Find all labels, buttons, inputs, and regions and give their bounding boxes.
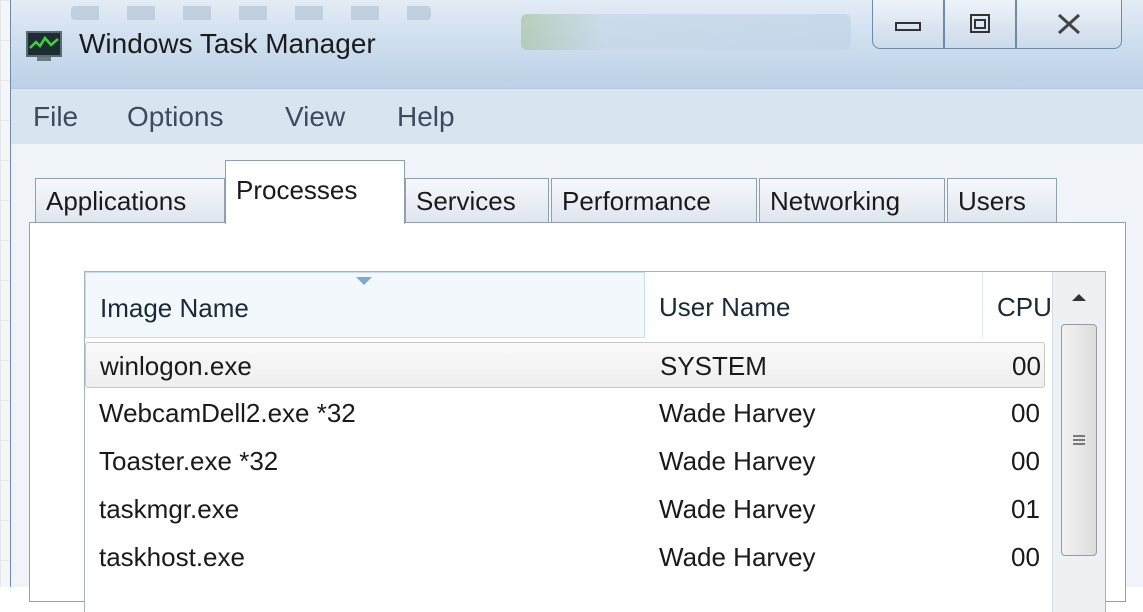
task-manager-icon <box>26 31 62 61</box>
sort-arrow-icon <box>356 277 372 285</box>
column-header-user-name[interactable]: User Name <box>645 272 983 338</box>
cell-user-name: SYSTEM <box>660 351 767 381</box>
background-blur <box>71 6 431 20</box>
column-header-label: Image Name <box>100 293 249 323</box>
task-manager-body: Applications Processes Services Performa… <box>11 144 1143 612</box>
window-title: Windows Task Manager <box>79 28 376 59</box>
column-header-cpu[interactable]: CPU <box>983 272 1053 338</box>
menu-bar: File Options View Help <box>11 88 1143 145</box>
scroll-up-button[interactable] <box>1053 272 1105 322</box>
task-manager-window: Windows Task Manager File Options View H… <box>10 0 1143 612</box>
tab-users[interactable]: Users <box>947 178 1057 222</box>
table-row[interactable]: winlogon.exe SYSTEM 00 <box>85 342 1045 388</box>
menu-file[interactable]: File <box>33 101 78 133</box>
cell-image-name: taskhost.exe <box>99 542 245 572</box>
table-row[interactable]: taskmgr.exe Wade Harvey 01 <box>85 486 1045 532</box>
tab-applications[interactable]: Applications <box>35 178 225 222</box>
tab-services[interactable]: Services <box>405 178 549 222</box>
process-list[interactable]: Image Name User Name CPU winlogon.exe SY… <box>84 271 1106 612</box>
menu-help[interactable]: Help <box>397 101 455 133</box>
tab-performance[interactable]: Performance <box>551 178 757 222</box>
tab-processes[interactable]: Processes <box>225 160 405 224</box>
vertical-scrollbar[interactable] <box>1052 272 1105 612</box>
minimize-button[interactable] <box>872 0 944 49</box>
table-row[interactable]: Toaster.exe *32 Wade Harvey 00 <box>85 438 1045 484</box>
background-blur-bar <box>521 14 851 50</box>
cell-image-name: taskmgr.exe <box>99 494 240 524</box>
menu-view[interactable]: View <box>285 101 345 133</box>
cell-image-name: winlogon.exe <box>100 351 252 381</box>
menu-options[interactable]: Options <box>127 101 224 133</box>
table-row[interactable]: WebcamDell2.exe *32 Wade Harvey 00 <box>85 390 1045 436</box>
minimize-icon <box>895 22 921 31</box>
column-header-image-name[interactable]: Image Name <box>85 272 645 338</box>
close-icon <box>1057 13 1081 35</box>
cell-image-name: WebcamDell2.exe *32 <box>99 398 356 428</box>
tab-networking[interactable]: Networking <box>759 178 945 222</box>
scroll-thumb[interactable] <box>1061 324 1097 556</box>
cell-image-name: Toaster.exe *32 <box>99 446 279 476</box>
cell-cpu: 01 <box>1011 494 1040 524</box>
cell-user-name: Wade Harvey <box>659 398 816 428</box>
caption-buttons <box>872 0 1122 52</box>
maximize-button[interactable] <box>944 0 1016 49</box>
maximize-icon <box>970 14 990 33</box>
cell-cpu: 00 <box>1011 542 1040 572</box>
cell-user-name: Wade Harvey <box>659 446 816 476</box>
cell-user-name: Wade Harvey <box>659 542 816 572</box>
grip-icon <box>1073 435 1085 445</box>
close-button[interactable] <box>1016 0 1122 49</box>
cell-cpu: 00 <box>1012 351 1041 381</box>
processes-panel: Image Name User Name CPU winlogon.exe SY… <box>29 222 1126 612</box>
list-header: Image Name User Name CPU <box>85 272 1105 340</box>
cell-cpu: 00 <box>1011 446 1040 476</box>
cell-cpu: 00 <box>1011 398 1040 428</box>
chevron-up-icon <box>1072 294 1086 301</box>
cell-user-name: Wade Harvey <box>659 494 816 524</box>
title-bar[interactable]: Windows Task Manager <box>11 0 1143 88</box>
table-row[interactable]: taskhost.exe Wade Harvey 00 <box>85 534 1045 580</box>
